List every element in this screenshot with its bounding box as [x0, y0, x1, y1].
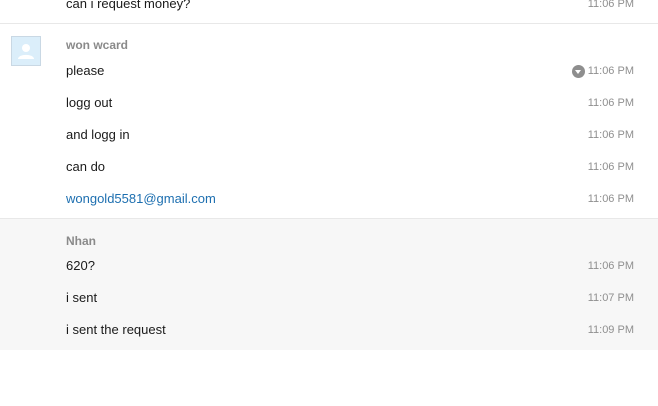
message-text: 620? [66, 258, 95, 273]
message-row: and logg in 11:06 PM [0, 126, 658, 150]
message-row: wongold5581@gmail.com 11:06 PM [0, 190, 658, 214]
message-timestamp: 11:06 PM [587, 260, 634, 272]
message-group-won-wcard: won wcard please 11:06 PM logg out 11:06… [0, 24, 658, 219]
message-group-nhan: Nhan 620? 11:06 PM i sent 11:07 PM i sen… [0, 219, 658, 350]
avatar-silhouette [12, 37, 40, 65]
message-row: can i request money? 11:06 PM [0, 0, 658, 19]
message-row: i sent the request 11:09 PM [0, 321, 658, 345]
message-row: i sent 11:07 PM [0, 289, 658, 313]
message-text: can i request money? [66, 0, 191, 11]
chat-transcript: can i request money? 11:06 PM won wcard … [0, 0, 658, 406]
message-text: logg out [66, 95, 113, 110]
message-timestamp: 11:09 PM [587, 324, 634, 336]
message-options-dropdown-icon[interactable] [571, 64, 585, 78]
message-row: can do 11:06 PM [0, 158, 658, 182]
email-link[interactable]: wongold5581@gmail.com [66, 190, 216, 208]
message-timestamp: 11:06 PM [587, 193, 634, 205]
message-text: i sent [66, 290, 98, 305]
message-text: i sent the request [66, 322, 166, 337]
message-text: please [66, 63, 105, 78]
message-row: 620? 11:06 PM [0, 257, 658, 281]
message-group-previous: can i request money? 11:06 PM [0, 0, 658, 24]
message-timestamp: 11:07 PM [587, 292, 634, 304]
message-row: logg out 11:06 PM [0, 94, 658, 118]
message-meta: 11:06 PM [571, 63, 634, 79]
message-timestamp: 11:06 PM [587, 65, 634, 77]
message-timestamp: 11:06 PM [587, 129, 634, 141]
sender-name[interactable]: won wcard [66, 37, 128, 53]
message-timestamp: 11:06 PM [587, 0, 634, 10]
message-timestamp: 11:06 PM [587, 161, 634, 173]
message-text: can do [66, 159, 106, 174]
message-timestamp: 11:06 PM [587, 97, 634, 109]
sender-name[interactable]: Nhan [66, 233, 96, 249]
message-row: please 11:06 PM [0, 62, 658, 86]
message-text: and logg in [66, 127, 130, 142]
